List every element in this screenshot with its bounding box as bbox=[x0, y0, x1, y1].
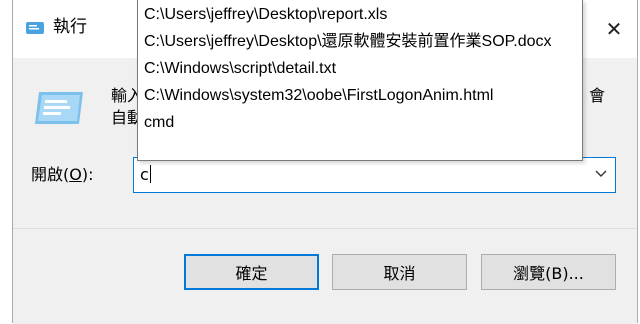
close-button[interactable]: ✕ bbox=[591, 0, 637, 58]
open-label-prefix: 開啟( bbox=[31, 165, 70, 184]
chevron-down-icon[interactable] bbox=[595, 170, 607, 178]
text-caret bbox=[149, 165, 151, 183]
open-label-hotkey: O bbox=[69, 165, 82, 184]
open-label-suffix: ): bbox=[81, 165, 94, 184]
autocomplete-item[interactable]: C:\Windows\system32\oobe\FirstLogonAnim.… bbox=[144, 85, 493, 107]
open-combobox[interactable]: c bbox=[133, 157, 616, 193]
ok-button[interactable]: 確定 bbox=[184, 254, 319, 290]
run-large-icon bbox=[35, 92, 83, 124]
run-icon bbox=[26, 22, 44, 34]
autocomplete-item[interactable]: C:\Users\jeffrey\Desktop\report.xls bbox=[144, 4, 387, 26]
description-line-1-tail: 會 bbox=[589, 86, 606, 105]
open-input-value: c bbox=[140, 165, 149, 184]
window-title: 執行 bbox=[53, 17, 87, 37]
autocomplete-list[interactable]: C:\Users\jeffrey\Desktop\report.xls C:\U… bbox=[137, 0, 583, 161]
autocomplete-item[interactable]: cmd bbox=[144, 112, 174, 134]
autocomplete-item[interactable]: C:\Users\jeffrey\Desktop\還原軟體安裝前置作業SOP.d… bbox=[144, 31, 552, 53]
open-label: 開啟(O): bbox=[31, 165, 93, 185]
close-icon: ✕ bbox=[605, 17, 623, 41]
cancel-button[interactable]: 取消 bbox=[332, 254, 467, 290]
button-bar: 確定 取消 瀏覽(B)... bbox=[13, 228, 637, 324]
autocomplete-item[interactable]: C:\Windows\script\detail.txt bbox=[144, 58, 336, 80]
open-input[interactable]: c bbox=[140, 165, 151, 185]
browse-button[interactable]: 瀏覽(B)... bbox=[481, 254, 616, 290]
